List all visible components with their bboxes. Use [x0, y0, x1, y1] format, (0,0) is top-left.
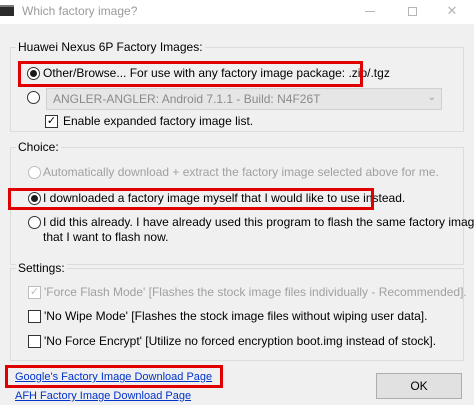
auto-download-label[interactable]: Automatically download + extract the fac… [43, 165, 439, 179]
no-wipe-label[interactable]: 'No Wipe Mode' [Flashes the stock image … [44, 309, 427, 323]
factory-image-radio[interactable] [27, 91, 40, 104]
force-flash-checkbox[interactable]: ✓ [28, 286, 41, 299]
downloaded-myself-highlight [8, 188, 374, 210]
title-bar: Which factory image? ✕ [0, 0, 474, 24]
dialog-body: Huawei Nexus 6P Factory Images: Other/Br… [0, 24, 474, 405]
window-title: Which factory image? [22, 4, 138, 18]
no-force-encrypt-checkbox[interactable] [28, 335, 41, 348]
factory-images-group-label: Huawei Nexus 6P Factory Images: [16, 40, 205, 54]
force-flash-label[interactable]: 'Force Flash Mode' [Flashes the stock im… [44, 285, 467, 299]
already-done-label-line2[interactable]: that I want to flash now. [43, 230, 168, 244]
auto-download-radio[interactable] [28, 166, 41, 179]
factory-image-select[interactable]: ANGLER-ANGLER: Android 7.1.1 - Build: N4… [46, 88, 442, 110]
already-done-radio[interactable] [28, 216, 41, 229]
app-icon [0, 5, 14, 16]
close-icon[interactable]: ✕ [430, 0, 474, 24]
choice-group-label: Choice: [16, 140, 61, 154]
minimize-icon[interactable] [348, 0, 392, 24]
already-done-label-line1[interactable]: I did this already. I have already used … [43, 215, 474, 229]
expanded-list-label[interactable]: Enable expanded factory image list. [63, 114, 253, 128]
settings-group-label: Settings: [16, 261, 67, 275]
factory-image-select-value: ANGLER-ANGLER: Android 7.1.1 - Build: N4… [53, 92, 321, 106]
maximize-icon[interactable] [390, 0, 434, 24]
chevron-down-icon: ⌄ [427, 92, 436, 103]
expanded-list-checkbox[interactable]: ✓ [45, 115, 58, 128]
google-link-highlight [5, 365, 223, 388]
ok-button[interactable]: OK [376, 373, 462, 399]
other-browse-highlight [18, 61, 363, 87]
afh-factory-image-link[interactable]: AFH Factory Image Download Page [15, 390, 191, 402]
no-wipe-checkbox[interactable] [28, 310, 41, 323]
no-force-encrypt-label[interactable]: 'No Force Encrypt' [Utilize no forced en… [44, 334, 436, 348]
